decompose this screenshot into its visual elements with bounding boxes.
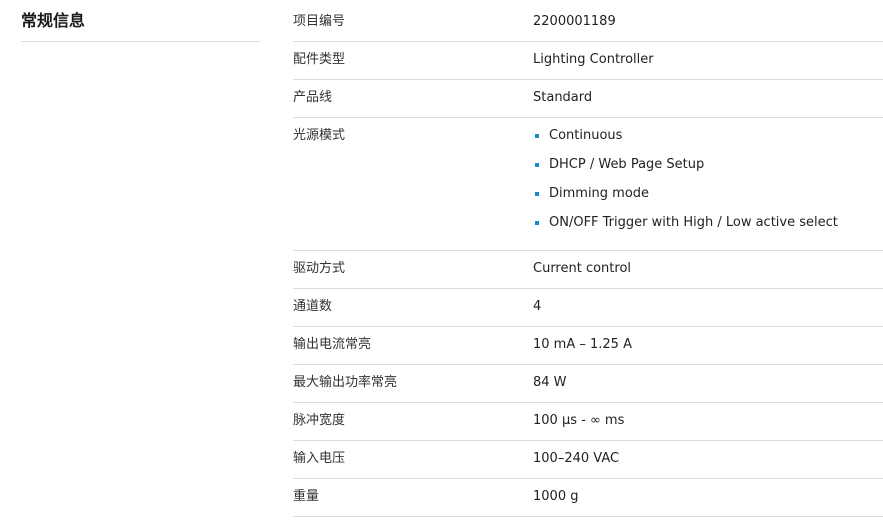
spec-row-pulse-width: 脉冲宽度 100 µs - ∞ ms: [293, 403, 883, 441]
spec-value: 84 W: [533, 375, 567, 390]
spec-row-channels: 通道数 4: [293, 289, 883, 327]
bullet-square-icon: [535, 221, 539, 225]
list-item: Dimming mode: [533, 186, 883, 202]
list-item-text: DHCP / Web Page Setup: [549, 157, 705, 172]
spec-value: 4: [533, 299, 542, 314]
spec-value: 100–240 VAC: [533, 451, 620, 466]
bullet-list: Continuous DHCP / Web Page Setup Dimming…: [533, 128, 883, 231]
spec-label: 脉冲宽度: [293, 413, 346, 428]
list-item-text: Dimming mode: [549, 186, 650, 201]
section-title: 常规信息: [21, 10, 260, 42]
spec-row-max-output-power: 最大输出功率常亮 84 W: [293, 365, 883, 403]
bullet-square-icon: [535, 192, 539, 196]
spec-value: 10 mA – 1.25 A: [533, 337, 632, 352]
spec-label: 最大输出功率常亮: [293, 375, 398, 390]
spec-value: 100 µs - ∞ ms: [533, 413, 625, 428]
spec-row-output-current: 输出电流常亮 10 mA – 1.25 A: [293, 327, 883, 365]
spec-label: 输出电流常亮: [293, 337, 372, 352]
bullet-square-icon: [535, 163, 539, 167]
spec-row-drive-mode: 驱动方式 Current control: [293, 251, 883, 289]
spec-label: 产品线: [293, 90, 333, 105]
spec-label: 项目编号: [293, 14, 346, 29]
spec-label: 配件类型: [293, 52, 346, 67]
spec-label: 驱动方式: [293, 261, 346, 276]
spec-row-accessory-type: 配件类型 Lighting Controller: [293, 42, 883, 80]
list-item: ON/OFF Trigger with High / Low active se…: [533, 215, 883, 231]
spec-label: 重量: [293, 489, 320, 504]
list-item-text: Continuous: [549, 128, 623, 143]
list-item: DHCP / Web Page Setup: [533, 157, 883, 173]
bullet-square-icon: [535, 134, 539, 138]
spec-value: Lighting Controller: [533, 52, 654, 67]
spec-value: Standard: [533, 90, 593, 105]
spec-value-list: Continuous DHCP / Web Page Setup Dimming…: [533, 128, 883, 250]
spec-row-light-source-mode: 光源模式 Continuous DHCP / Web Page Setup Di…: [293, 118, 883, 251]
spec-row-weight: 重量 1000 g: [293, 479, 883, 517]
spec-value: 2200001189: [533, 14, 616, 29]
list-item: Continuous: [533, 128, 883, 144]
list-item-text: ON/OFF Trigger with High / Low active se…: [549, 215, 838, 230]
spec-row-item-number: 项目编号 2200001189: [293, 4, 883, 42]
spec-label: 光源模式: [293, 128, 346, 143]
spec-label: 输入电压: [293, 451, 346, 466]
spec-value: Current control: [533, 261, 632, 276]
spec-row-input-voltage: 输入电压 100–240 VAC: [293, 441, 883, 479]
spec-row-product-line: 产品线 Standard: [293, 80, 883, 118]
spec-value: 1000 g: [533, 489, 579, 504]
spec-label: 通道数: [293, 299, 333, 314]
spec-table: 项目编号 2200001189 配件类型 Lighting Controller…: [293, 4, 883, 517]
